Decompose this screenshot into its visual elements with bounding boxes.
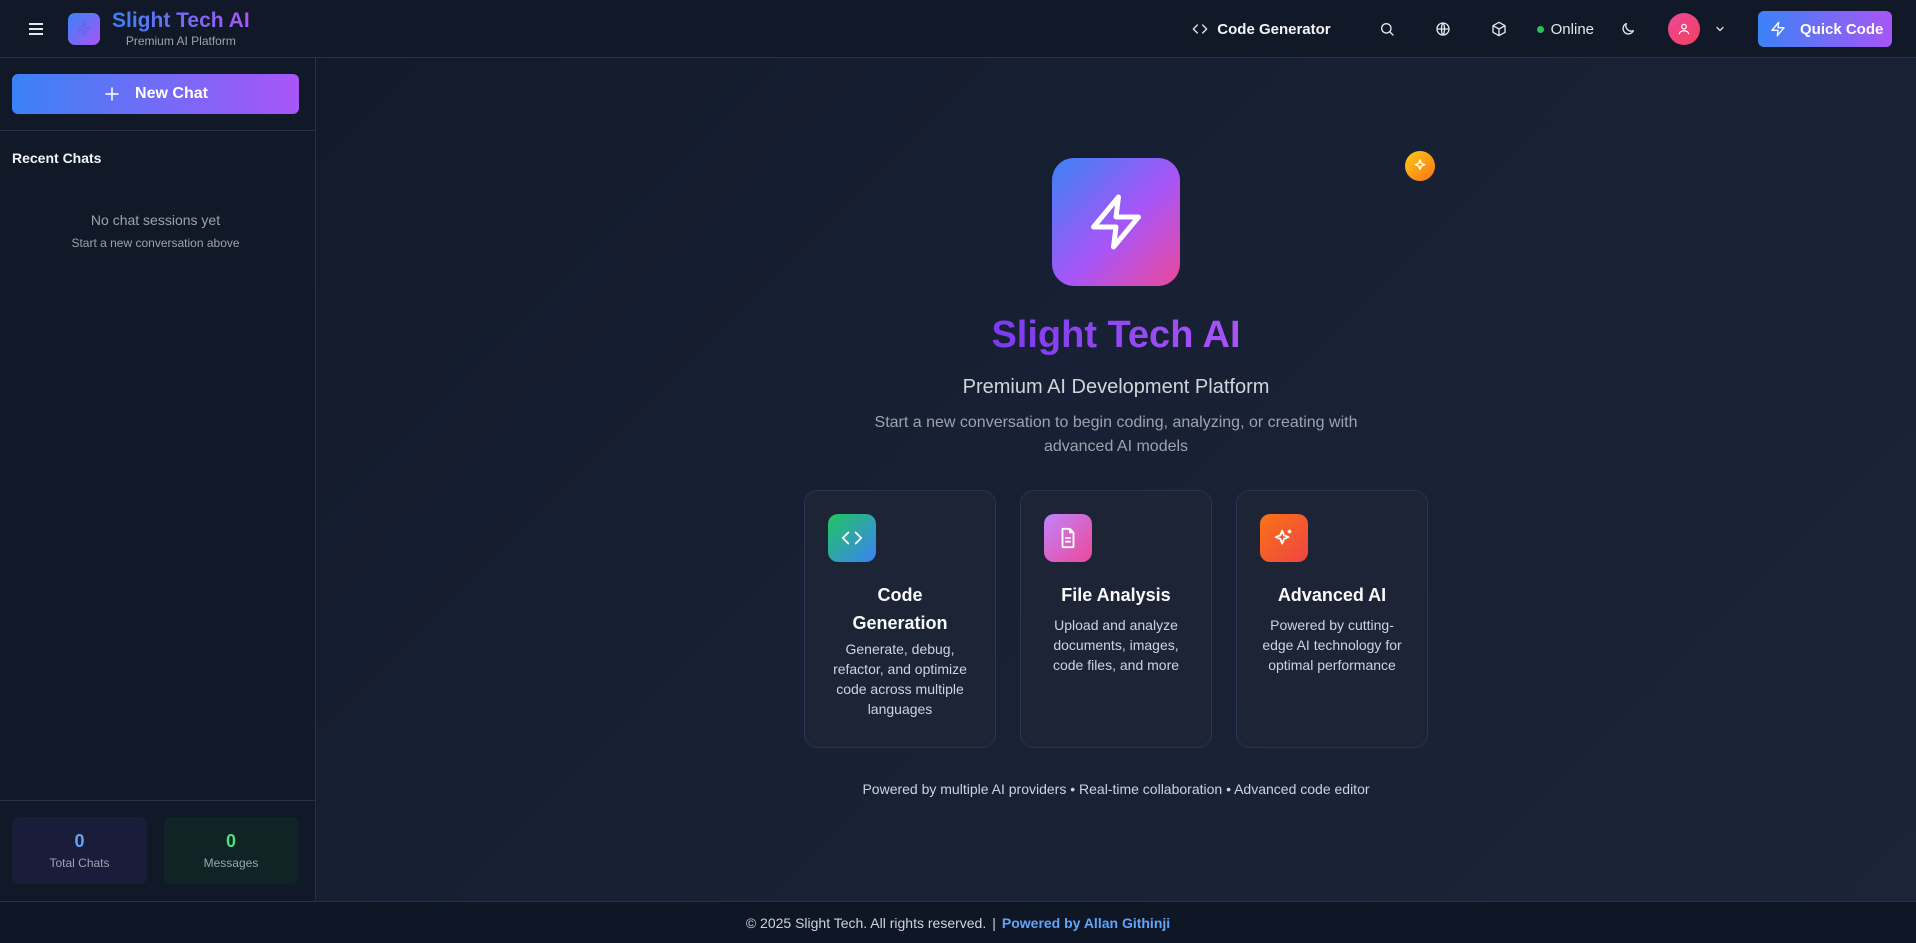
card-description: Powered by cutting-edge AI technology fo… [1262, 617, 1402, 673]
brand-title: Slight Tech AI [112, 9, 250, 32]
chevron-down-icon[interactable] [1706, 15, 1734, 43]
hero-title-text: Slight Tech AI [991, 314, 1241, 356]
feature-card-advanced-ai[interactable]: Advanced AI Powered by cutting-edge AI t… [1236, 490, 1428, 748]
sidebar: New Chat Recent Chats No chat sessions y… [0, 58, 316, 901]
brand-subtitle: Premium AI Platform [125, 34, 236, 48]
zap-icon [1771, 21, 1785, 37]
globe-icon[interactable] [1425, 11, 1461, 47]
user-icon [1678, 23, 1690, 35]
hero-subtitle: Premium AI Development Platform [962, 376, 1270, 398]
stat-value: 0 [74, 831, 85, 851]
new-chat-label: New Chat [135, 85, 208, 102]
sparkles-icon [1260, 514, 1308, 562]
search-icon[interactable] [1369, 11, 1405, 47]
brand: Slight Tech AI Premium AI Platform [112, 9, 250, 48]
hero-logo [1052, 158, 1180, 286]
box-icon[interactable] [1481, 11, 1517, 47]
quick-code-label: Quick Code [1800, 20, 1884, 38]
status-label: Online [1550, 20, 1594, 38]
status-indicator: Online [1536, 20, 1594, 38]
card-title: Advanced AI [1277, 585, 1387, 605]
sparkle-badge [1405, 151, 1435, 181]
code-generator-link[interactable]: Code Generator [1192, 20, 1331, 38]
plus-icon [105, 87, 119, 101]
card-description: Upload and analyze documents, images, co… [1052, 617, 1180, 673]
code-icon [1192, 24, 1208, 34]
zap-icon [1091, 194, 1141, 250]
stat-total-chats: 0 Total Chats [12, 817, 147, 884]
code-generator-label: Code Generator [1217, 20, 1331, 38]
code-icon [828, 514, 876, 562]
features-tagline: Powered by multiple AI providers • Real-… [862, 781, 1370, 797]
author-link[interactable]: Powered by Allan Githinji [1002, 915, 1170, 931]
sidebar-divider-bottom [0, 800, 316, 801]
stat-label: Messages [203, 856, 259, 870]
sparkles-icon [1414, 159, 1426, 170]
feature-card-file-analysis[interactable]: File Analysis Upload and analyze documen… [1020, 490, 1212, 748]
menu-icon[interactable] [18, 11, 54, 47]
card-title: File Analysis [1061, 585, 1171, 605]
stat-messages: 0 Messages [164, 817, 298, 884]
status-dot [1536, 25, 1544, 33]
card-title: Code Generation [852, 585, 948, 633]
quick-code-button[interactable]: Quick Code [1758, 11, 1892, 47]
hero-description: Start a new conversation to begin coding… [874, 414, 1358, 455]
feature-card-code-generation[interactable]: Code Generation Generate, debug, refacto… [804, 490, 996, 748]
moon-icon[interactable] [1610, 11, 1646, 47]
empty-state-title: No chat sessions yet [90, 212, 221, 228]
navbar-actions: Code Generator Online Quick Code [1192, 0, 1916, 58]
empty-state-subtitle: Start a new conversation above [71, 236, 240, 250]
file-text-icon [1044, 514, 1092, 562]
sidebar-divider [0, 130, 316, 131]
top-navbar: Slight Tech AI Premium AI Platform Code … [0, 0, 1916, 58]
recent-chats-title: Recent Chats [12, 150, 102, 166]
hero-title: Slight Tech AI [316, 314, 1916, 357]
main-content: Slight Tech AI Premium AI Development Pl… [316, 58, 1916, 901]
new-chat-button[interactable]: New Chat [12, 74, 299, 114]
logo-icon[interactable] [68, 12, 100, 45]
footer: © 2025 Slight Tech. All rights reserved.… [0, 901, 1916, 943]
app-root: Slight Tech AI Premium AI Platform Code … [0, 0, 1916, 943]
card-description: Generate, debug, refactor, and optimize … [833, 641, 967, 717]
stat-label: Total Chats [49, 856, 110, 870]
stat-value: 0 [225, 831, 236, 851]
footer-separator: | [992, 914, 996, 931]
user-avatar[interactable] [1668, 13, 1700, 45]
copyright-text: © 2025 Slight Tech. All rights reserved. [745, 914, 987, 931]
